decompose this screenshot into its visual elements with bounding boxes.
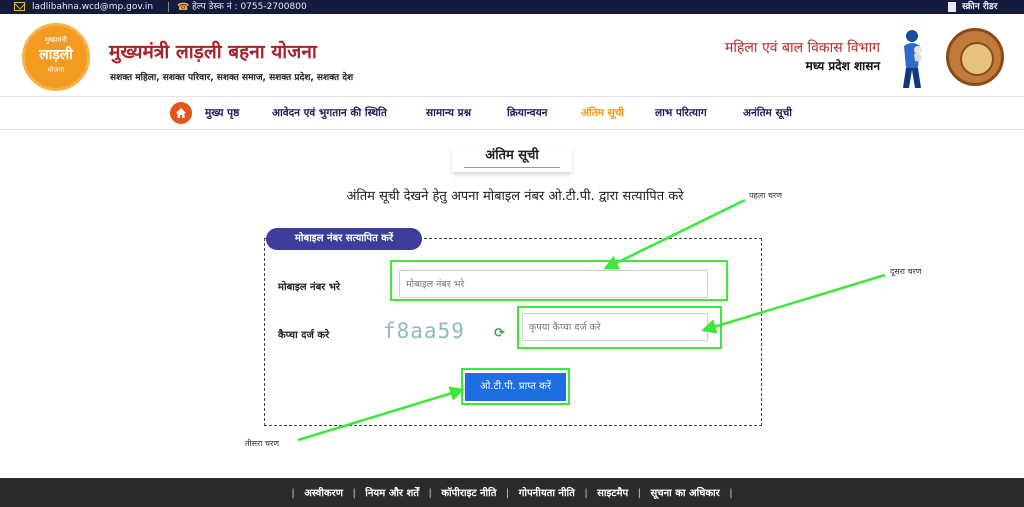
mother-child-icon bbox=[903, 30, 922, 88]
phone-icon: ☎ bbox=[177, 2, 190, 13]
main-nav: मुख्य पृष्ठ आवेदन एवं भुगतान की स्थिति स… bbox=[0, 96, 1024, 130]
nav-item-benefit-renunciation[interactable]: लाभ परित्याग bbox=[655, 97, 707, 129]
logo-text-bottom: योजना bbox=[47, 66, 65, 74]
footer-link-rti[interactable]: सूचना का अधिकार bbox=[650, 488, 719, 499]
mobile-label: मोबाइल नंबर भरे bbox=[278, 282, 340, 293]
site-footer: | अस्वीकरण | नियम और शर्तें | कॉपीराइट न… bbox=[0, 478, 1024, 507]
nav-item-implementation[interactable]: क्रियान्वयन bbox=[507, 97, 548, 129]
email-link[interactable]: ladlibahna.wcd@mp.gov.in bbox=[32, 0, 153, 14]
topbar-divider bbox=[168, 2, 169, 12]
logo-text-top: मुख्यमंत्री bbox=[44, 36, 68, 44]
nav-item-home[interactable]: मुख्य पृष्ठ bbox=[205, 97, 239, 129]
instruction-text: अंतिम सूची देखने हेतु अपना मोबाइल नंबर ओ… bbox=[346, 189, 684, 204]
highlight-captcha-input bbox=[517, 306, 722, 349]
state-emblem bbox=[946, 28, 1004, 86]
home-button[interactable] bbox=[170, 102, 192, 124]
nav-item-faq[interactable]: सामान्य प्रश्न bbox=[426, 97, 471, 129]
page: ladlibahna.wcd@mp.gov.in ☎ हेल्प डेस्क न… bbox=[0, 0, 1024, 507]
logo-text-main: लाड़ली bbox=[39, 47, 73, 63]
annotation-step-1: पहला चरण bbox=[749, 191, 782, 200]
site-tagline: सशक्त महिला, सशक्त परिवार, सशक्त समाज, स… bbox=[110, 73, 354, 83]
captcha-label: कैप्चा दर्ज करे bbox=[278, 330, 330, 341]
footer-link-privacy[interactable]: गोपनीयता नीति bbox=[519, 488, 575, 499]
captcha-image: f8aa59 bbox=[383, 319, 465, 343]
site-header: मुख्यमंत्री लाड़ली योजना मुख्यमंत्री लाड… bbox=[0, 14, 1024, 96]
footer-links: | अस्वीकरण | नियम और शर्तें | कॉपीराइट न… bbox=[291, 488, 733, 499]
nav-item-final-list[interactable]: अंतिम सूची bbox=[581, 97, 624, 129]
highlight-mobile-input bbox=[390, 260, 728, 301]
highlight-otp-button bbox=[461, 368, 570, 405]
site-title: मुख्यमंत्री लाड़ली बहना योजना bbox=[109, 41, 317, 63]
mail-icon bbox=[14, 2, 25, 11]
annotation-step-3: तीसरा चरण bbox=[245, 439, 280, 448]
top-bar: ladlibahna.wcd@mp.gov.in ☎ हेल्प डेस्क न… bbox=[0, 0, 1024, 14]
footer-link-sitemap[interactable]: साइटमैप bbox=[597, 488, 628, 499]
nav-item-provisional-list[interactable]: अनंतिम सूची bbox=[743, 97, 792, 129]
screen-reader-icon bbox=[948, 2, 956, 12]
footer-link-disclaimer[interactable]: अस्वीकरण bbox=[304, 488, 343, 499]
annotation-step-2: दूसरा चरण bbox=[890, 267, 922, 276]
nav-item-application-status[interactable]: आवेदन एवं भुगतान की स्थिति bbox=[272, 97, 387, 129]
state-government: मध्य प्रदेश शासन bbox=[805, 59, 880, 73]
footer-link-terms[interactable]: नियम और शर्तें bbox=[365, 488, 419, 499]
refresh-captcha-icon[interactable]: ⟳ bbox=[494, 326, 505, 341]
helpdesk-number: हेल्प डेस्क नं : 0755-2700800 bbox=[192, 2, 307, 12]
department-name: महिला एवं बाल विकास विभाग bbox=[724, 40, 880, 56]
home-icon bbox=[176, 108, 186, 118]
page-title: अंतिम सूची bbox=[452, 146, 572, 172]
screen-reader-link[interactable]: स्क्रीन रीडर bbox=[962, 0, 997, 14]
form-legend: मोबाइल नंबर सत्यापित करें bbox=[266, 228, 422, 250]
footer-link-copyright[interactable]: कॉपीराइट नीति bbox=[441, 488, 496, 499]
scheme-logo[interactable]: मुख्यमंत्री लाड़ली योजना bbox=[22, 23, 90, 91]
